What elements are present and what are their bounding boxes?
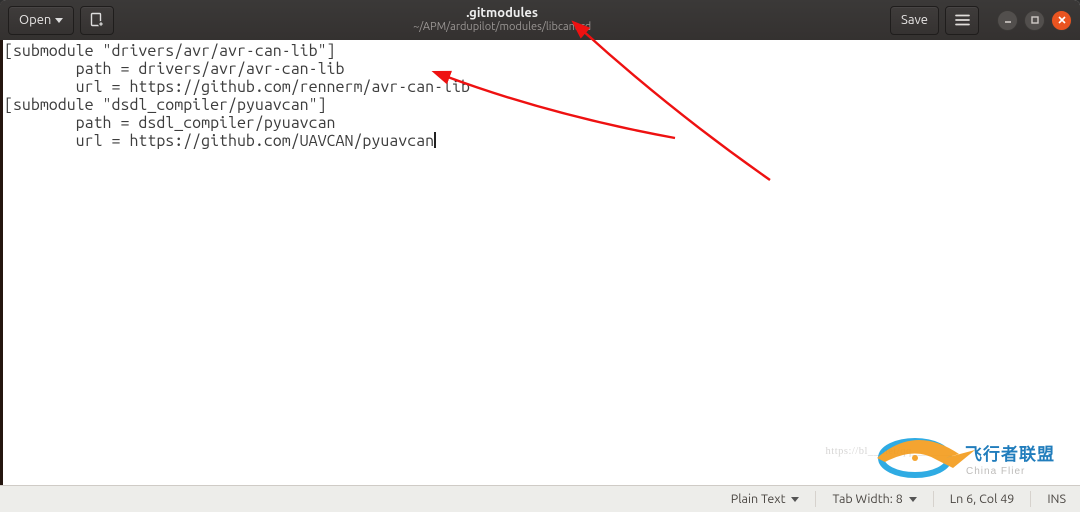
- watermark-logo: 飞行者联盟 China Flier: [867, 428, 1072, 492]
- maximize-icon: [1030, 15, 1040, 25]
- window-close-button[interactable]: [1051, 10, 1072, 31]
- minimize-icon: [1003, 15, 1013, 25]
- separator: [815, 491, 816, 507]
- hamburger-menu-button[interactable]: [945, 6, 979, 35]
- file-line: path = drivers/avr/avr-can-lib: [4, 60, 344, 78]
- open-button[interactable]: Open: [8, 6, 74, 35]
- new-document-button[interactable]: [80, 6, 114, 35]
- chevron-down-icon: [909, 497, 917, 502]
- statusbar: Plain Text Tab Width: 8 Ln 6, Col 49 INS: [0, 485, 1080, 512]
- open-button-label: Open: [19, 13, 51, 27]
- new-document-icon: [89, 12, 105, 28]
- document-title: .gitmodules: [114, 6, 890, 20]
- file-line: [submodule "drivers/avr/avr-can-lib"]: [4, 42, 336, 60]
- save-button[interactable]: Save: [890, 6, 939, 35]
- close-icon: [1057, 15, 1067, 25]
- hamburger-icon: [955, 14, 970, 26]
- chevron-down-icon: [55, 18, 63, 23]
- text-editor-area[interactable]: [submodule "drivers/avr/avr-can-lib"] pa…: [3, 40, 1080, 486]
- file-line: path = dsdl_compiler/pyuavcan: [4, 114, 336, 132]
- tab-width-label: Tab Width: 8: [832, 492, 902, 506]
- tab-width-selector[interactable]: Tab Width: 8: [832, 492, 916, 506]
- window-minimize-button[interactable]: [997, 10, 1018, 31]
- insert-mode-indicator[interactable]: INS: [1047, 492, 1066, 506]
- text-cursor: [434, 132, 436, 148]
- syntax-mode-selector[interactable]: Plain Text: [731, 492, 800, 506]
- title-area: .gitmodules ~/APM/ardupilot/modules/libc…: [114, 6, 890, 33]
- titlebar: Open .gitmodules ~/APM/ardupilot/modules…: [0, 0, 1080, 40]
- watermark-brand-cn: 飞行者联盟: [965, 444, 1055, 464]
- chevron-down-icon: [791, 497, 799, 502]
- window-maximize-button[interactable]: [1024, 10, 1045, 31]
- cursor-position: Ln 6, Col 49: [950, 492, 1015, 506]
- gedit-window: Open .gitmodules ~/APM/ardupilot/modules…: [0, 0, 1080, 512]
- file-line: url = https://github.com/UAVCAN/pyuavcan: [4, 132, 434, 150]
- file-line: [submodule "dsdl_compiler/pyuavcan"]: [4, 96, 327, 114]
- watermark-brand-en: China Flier: [966, 466, 1025, 477]
- separator: [933, 491, 934, 507]
- separator: [1030, 491, 1031, 507]
- syntax-mode-label: Plain Text: [731, 492, 786, 506]
- save-button-label: Save: [901, 13, 928, 27]
- document-path: ~/APM/ardupilot/modules/libcanard: [114, 21, 890, 33]
- file-line: url = https://github.com/rennerm/avr-can…: [4, 78, 470, 96]
